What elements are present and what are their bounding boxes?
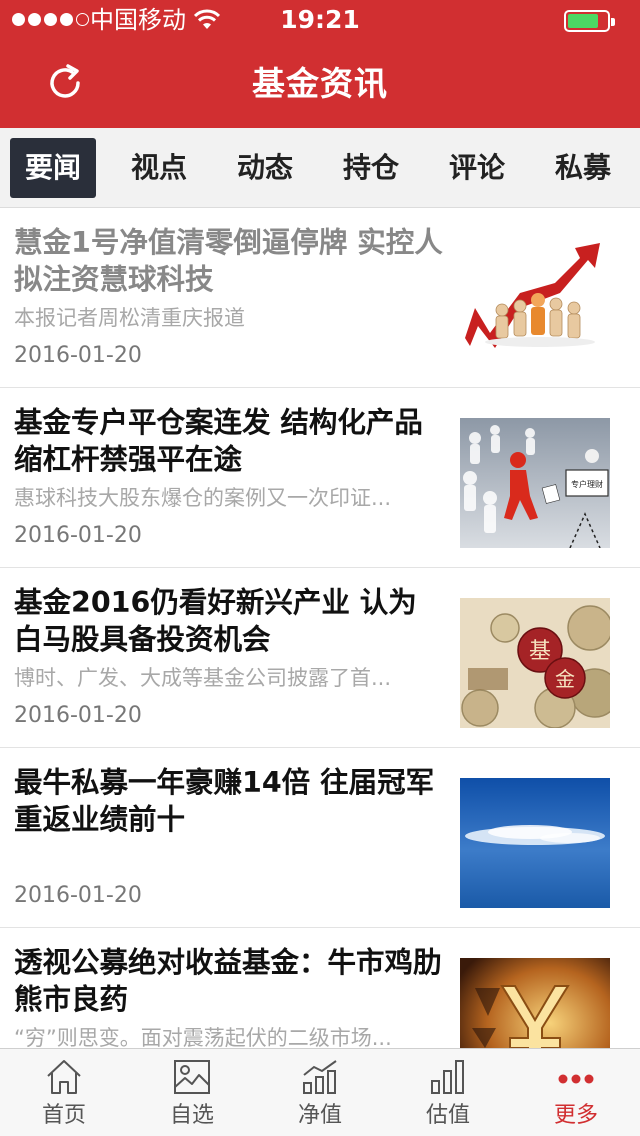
news-item[interactable]: 基金2016仍看好新兴产业 认为白马股具备投资机会 博时、广发、大成等基金公司披… — [0, 568, 640, 748]
bottom-tab-watchlist[interactable]: 自选 — [128, 1049, 256, 1136]
news-summary: 本报记者周松清重庆报道 — [14, 306, 245, 330]
status-bar: 中国移动 19:21 — [0, 0, 640, 40]
header: 中国移动 19:21 基金资讯 — [0, 0, 640, 128]
news-item[interactable]: 基金专户平仓案连发 结构化产品缩杠杆禁强平在途 惠球科技大股东爆仓的案例又一次印… — [0, 388, 640, 568]
news-date: 2016-01-20 — [14, 523, 142, 548]
thumbnail-coin-text: 金 — [555, 667, 575, 691]
tab-chicang[interactable]: 持仓 — [328, 138, 414, 198]
more-icon — [558, 1074, 594, 1084]
news-item[interactable]: 最牛私募一年豪赚14倍 往届冠军重返业绩前十 2016-01-20 — [0, 748, 640, 928]
bottom-tab-label: 自选 — [169, 1103, 214, 1128]
tab-yaowen[interactable]: 要闻 — [10, 138, 96, 198]
news-thumbnail: 专户理财 — [460, 418, 610, 548]
clock: 19:21 — [280, 5, 360, 34]
bottom-tab-home[interactable]: 首页 — [0, 1049, 128, 1136]
news-title: 最牛私募一年豪赚14倍 往届冠军重返业绩前十 — [14, 766, 435, 836]
news-item[interactable]: 慧金1号净值清零倒逼停牌 实控人拟注资慧球科技 本报记者周松清重庆报道 2016… — [0, 208, 640, 388]
news-thumbnail — [460, 238, 610, 368]
news-thumbnail: 基 金 — [460, 598, 610, 728]
bar-chart-icon — [431, 1060, 464, 1094]
bottom-tab-bar: 首页 自选 净值 估值 更多 — [0, 1048, 640, 1136]
bottom-tab-label: 净值 — [297, 1103, 342, 1128]
tab-simu[interactable]: 私募 — [540, 138, 626, 198]
picture-icon — [174, 1060, 210, 1094]
news-title: 基金2016仍看好新兴产业 认为白马股具备投资机会 — [14, 586, 417, 656]
thumbnail-coin-text: 基 — [529, 639, 551, 664]
news-thumbnail — [460, 778, 610, 908]
line-chart-icon — [303, 1060, 337, 1094]
news-title: 透视公募绝对收益基金：牛市鸡肋 熊市良药 — [14, 946, 442, 1016]
tab-dongtai[interactable]: 动态 — [222, 138, 308, 198]
news-date: 2016-01-20 — [14, 703, 142, 728]
thumbnail-sign-text: 专户理财 — [571, 479, 603, 489]
news-title: 基金专户平仓案连发 结构化产品缩杠杆禁强平在途 — [14, 406, 423, 476]
battery-icon — [564, 10, 615, 32]
tab-pinglun[interactable]: 评论 — [434, 138, 520, 198]
home-icon — [47, 1060, 81, 1094]
bottom-tab-label: 更多 — [553, 1103, 598, 1128]
bottom-tab-label: 估值 — [425, 1103, 470, 1128]
news-summary: 惠球科技大股东爆仓的案例又一次印证... — [14, 486, 392, 510]
news-date: 2016-01-20 — [14, 343, 142, 368]
bottom-tab-label: 首页 — [41, 1103, 86, 1128]
tab-shidian[interactable]: 视点 — [116, 138, 202, 198]
bottom-tab-nav[interactable]: 净值 — [256, 1049, 384, 1136]
bottom-tab-more[interactable]: 更多 — [512, 1049, 640, 1136]
bottom-tab-valuation[interactable]: 估值 — [384, 1049, 512, 1136]
category-tabs: 要闻 视点 动态 持仓 评论 私募 — [0, 128, 640, 208]
news-summary: 博时、广发、大成等基金公司披露了首... — [14, 666, 392, 690]
news-title: 慧金1号净值清零倒逼停牌 实控人拟注资慧球科技 — [14, 226, 443, 296]
news-date: 2016-01-20 — [14, 883, 142, 908]
page-title: 基金资讯 — [252, 64, 388, 103]
